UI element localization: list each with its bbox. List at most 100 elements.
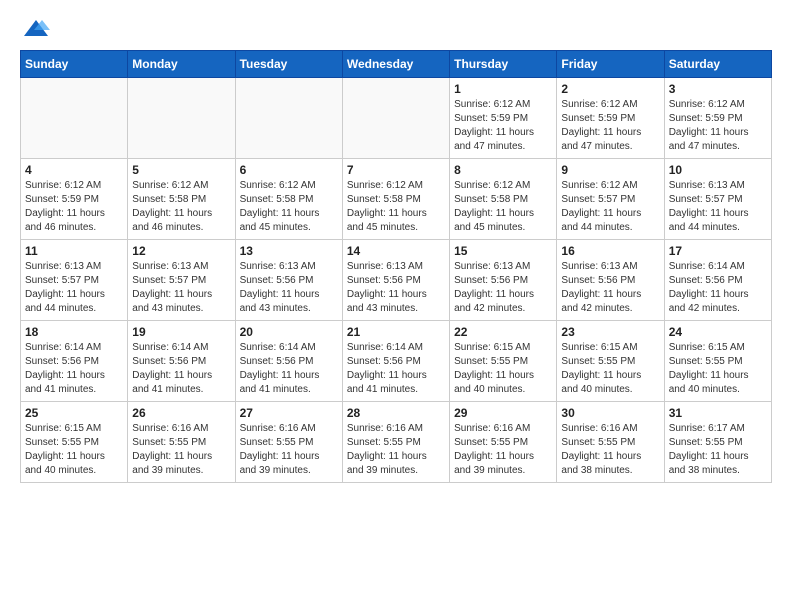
day-cell: 3 Sunrise: 6:12 AMSunset: 5:59 PMDaylight… [664, 78, 771, 159]
day-info: Sunrise: 6:16 AMSunset: 5:55 PMDaylight:… [454, 422, 552, 478]
day-cell: 28 Sunrise: 6:16 AMSunset: 5:55 PMDayligh… [342, 402, 449, 483]
day-cell: 23 Sunrise: 6:15 AMSunset: 5:55 PMDayligh… [557, 321, 664, 402]
day-cell [342, 78, 449, 159]
weekday-header-friday: Friday [557, 51, 664, 78]
day-cell: 31 Sunrise: 6:17 AMSunset: 5:55 PMDayligh… [664, 402, 771, 483]
day-info: Sunrise: 6:12 AMSunset: 5:58 PMDaylight:… [347, 179, 445, 235]
day-cell: 8 Sunrise: 6:12 AMSunset: 5:58 PMDaylight… [450, 159, 557, 240]
logo-icon [22, 16, 50, 44]
day-info: Sunrise: 6:15 AMSunset: 5:55 PMDaylight:… [25, 422, 123, 478]
day-cell: 14 Sunrise: 6:13 AMSunset: 5:56 PMDayligh… [342, 240, 449, 321]
day-number: 17 [669, 244, 767, 258]
week-row-3: 11 Sunrise: 6:13 AMSunset: 5:57 PMDayligh… [21, 240, 772, 321]
day-number: 29 [454, 406, 552, 420]
day-number: 11 [25, 244, 123, 258]
weekday-header-tuesday: Tuesday [235, 51, 342, 78]
day-info: Sunrise: 6:14 AMSunset: 5:56 PMDaylight:… [669, 260, 767, 316]
day-number: 22 [454, 325, 552, 339]
day-number: 13 [240, 244, 338, 258]
day-info: Sunrise: 6:15 AMSunset: 5:55 PMDaylight:… [454, 341, 552, 397]
weekday-header-row: SundayMondayTuesdayWednesdayThursdayFrid… [21, 51, 772, 78]
day-number: 12 [132, 244, 230, 258]
day-number: 31 [669, 406, 767, 420]
day-number: 7 [347, 163, 445, 177]
day-info: Sunrise: 6:13 AMSunset: 5:57 PMDaylight:… [132, 260, 230, 316]
logo [20, 20, 50, 40]
weekday-header-monday: Monday [128, 51, 235, 78]
day-cell [235, 78, 342, 159]
day-number: 19 [132, 325, 230, 339]
day-cell: 16 Sunrise: 6:13 AMSunset: 5:56 PMDayligh… [557, 240, 664, 321]
day-number: 1 [454, 82, 552, 96]
weekday-header-sunday: Sunday [21, 51, 128, 78]
day-info: Sunrise: 6:13 AMSunset: 5:56 PMDaylight:… [240, 260, 338, 316]
day-info: Sunrise: 6:16 AMSunset: 5:55 PMDaylight:… [132, 422, 230, 478]
day-info: Sunrise: 6:13 AMSunset: 5:56 PMDaylight:… [347, 260, 445, 316]
day-info: Sunrise: 6:15 AMSunset: 5:55 PMDaylight:… [669, 341, 767, 397]
day-number: 21 [347, 325, 445, 339]
day-number: 18 [25, 325, 123, 339]
day-cell: 15 Sunrise: 6:13 AMSunset: 5:56 PMDayligh… [450, 240, 557, 321]
day-cell: 17 Sunrise: 6:14 AMSunset: 5:56 PMDayligh… [664, 240, 771, 321]
day-info: Sunrise: 6:12 AMSunset: 5:59 PMDaylight:… [454, 98, 552, 154]
day-number: 5 [132, 163, 230, 177]
day-info: Sunrise: 6:14 AMSunset: 5:56 PMDaylight:… [25, 341, 123, 397]
day-info: Sunrise: 6:14 AMSunset: 5:56 PMDaylight:… [347, 341, 445, 397]
day-info: Sunrise: 6:12 AMSunset: 5:58 PMDaylight:… [454, 179, 552, 235]
week-row-2: 4 Sunrise: 6:12 AMSunset: 5:59 PMDaylight… [21, 159, 772, 240]
day-cell: 21 Sunrise: 6:14 AMSunset: 5:56 PMDayligh… [342, 321, 449, 402]
page-header [20, 20, 772, 40]
day-cell: 29 Sunrise: 6:16 AMSunset: 5:55 PMDayligh… [450, 402, 557, 483]
day-info: Sunrise: 6:12 AMSunset: 5:58 PMDaylight:… [132, 179, 230, 235]
day-info: Sunrise: 6:13 AMSunset: 5:57 PMDaylight:… [669, 179, 767, 235]
day-info: Sunrise: 6:12 AMSunset: 5:59 PMDaylight:… [561, 98, 659, 154]
day-cell: 5 Sunrise: 6:12 AMSunset: 5:58 PMDaylight… [128, 159, 235, 240]
weekday-header-thursday: Thursday [450, 51, 557, 78]
day-cell: 11Sunrise: 6:13 AMSunset: 5:57 PMDayligh… [21, 240, 128, 321]
day-number: 10 [669, 163, 767, 177]
day-cell: 4 Sunrise: 6:12 AMSunset: 5:59 PMDaylight… [21, 159, 128, 240]
day-cell: 20 Sunrise: 6:14 AMSunset: 5:56 PMDayligh… [235, 321, 342, 402]
day-number: 23 [561, 325, 659, 339]
day-info: Sunrise: 6:12 AMSunset: 5:59 PMDaylight:… [669, 98, 767, 154]
day-info: Sunrise: 6:14 AMSunset: 5:56 PMDaylight:… [240, 341, 338, 397]
day-cell: 26 Sunrise: 6:16 AMSunset: 5:55 PMDayligh… [128, 402, 235, 483]
day-cell [21, 78, 128, 159]
day-number: 3 [669, 82, 767, 96]
day-cell: 18 Sunrise: 6:14 AMSunset: 5:56 PMDayligh… [21, 321, 128, 402]
day-cell: 25 Sunrise: 6:15 AMSunset: 5:55 PMDayligh… [21, 402, 128, 483]
weekday-header-saturday: Saturday [664, 51, 771, 78]
day-cell: 12 Sunrise: 6:13 AMSunset: 5:57 PMDayligh… [128, 240, 235, 321]
day-info: Sunrise: 6:17 AMSunset: 5:55 PMDaylight:… [669, 422, 767, 478]
day-number: 8 [454, 163, 552, 177]
day-info: Sunrise: 6:15 AMSunset: 5:55 PMDaylight:… [561, 341, 659, 397]
week-row-1: 1 Sunrise: 6:12 AMSunset: 5:59 PMDaylight… [21, 78, 772, 159]
day-info: Sunrise: 6:13 AMSunset: 5:56 PMDaylight:… [561, 260, 659, 316]
day-number: 2 [561, 82, 659, 96]
day-number: 20 [240, 325, 338, 339]
day-cell: 7 Sunrise: 6:12 AMSunset: 5:58 PMDaylight… [342, 159, 449, 240]
day-cell: 6Sunrise: 6:12 AMSunset: 5:58 PMDaylight… [235, 159, 342, 240]
weekday-header-wednesday: Wednesday [342, 51, 449, 78]
day-info: Sunrise: 6:12 AMSunset: 5:59 PMDaylight:… [25, 179, 123, 235]
day-number: 24 [669, 325, 767, 339]
day-info: Sunrise: 6:16 AMSunset: 5:55 PMDaylight:… [561, 422, 659, 478]
day-number: 9 [561, 163, 659, 177]
calendar-table: SundayMondayTuesdayWednesdayThursdayFrid… [20, 50, 772, 483]
day-info: Sunrise: 6:13 AMSunset: 5:56 PMDaylight:… [454, 260, 552, 316]
day-number: 6 [240, 163, 338, 177]
day-number: 4 [25, 163, 123, 177]
day-number: 26 [132, 406, 230, 420]
day-cell: 24 Sunrise: 6:15 AMSunset: 5:55 PMDayligh… [664, 321, 771, 402]
day-number: 14 [347, 244, 445, 258]
day-number: 16 [561, 244, 659, 258]
day-cell: 30Sunrise: 6:16 AMSunset: 5:55 PMDayligh… [557, 402, 664, 483]
day-number: 25 [25, 406, 123, 420]
day-cell [128, 78, 235, 159]
day-cell: 27Sunrise: 6:16 AMSunset: 5:55 PMDayligh… [235, 402, 342, 483]
day-cell: 10 Sunrise: 6:13 AMSunset: 5:57 PMDayligh… [664, 159, 771, 240]
day-info: Sunrise: 6:16 AMSunset: 5:55 PMDaylight:… [240, 422, 338, 478]
day-number: 15 [454, 244, 552, 258]
day-info: Sunrise: 6:16 AMSunset: 5:55 PMDaylight:… [347, 422, 445, 478]
day-number: 28 [347, 406, 445, 420]
